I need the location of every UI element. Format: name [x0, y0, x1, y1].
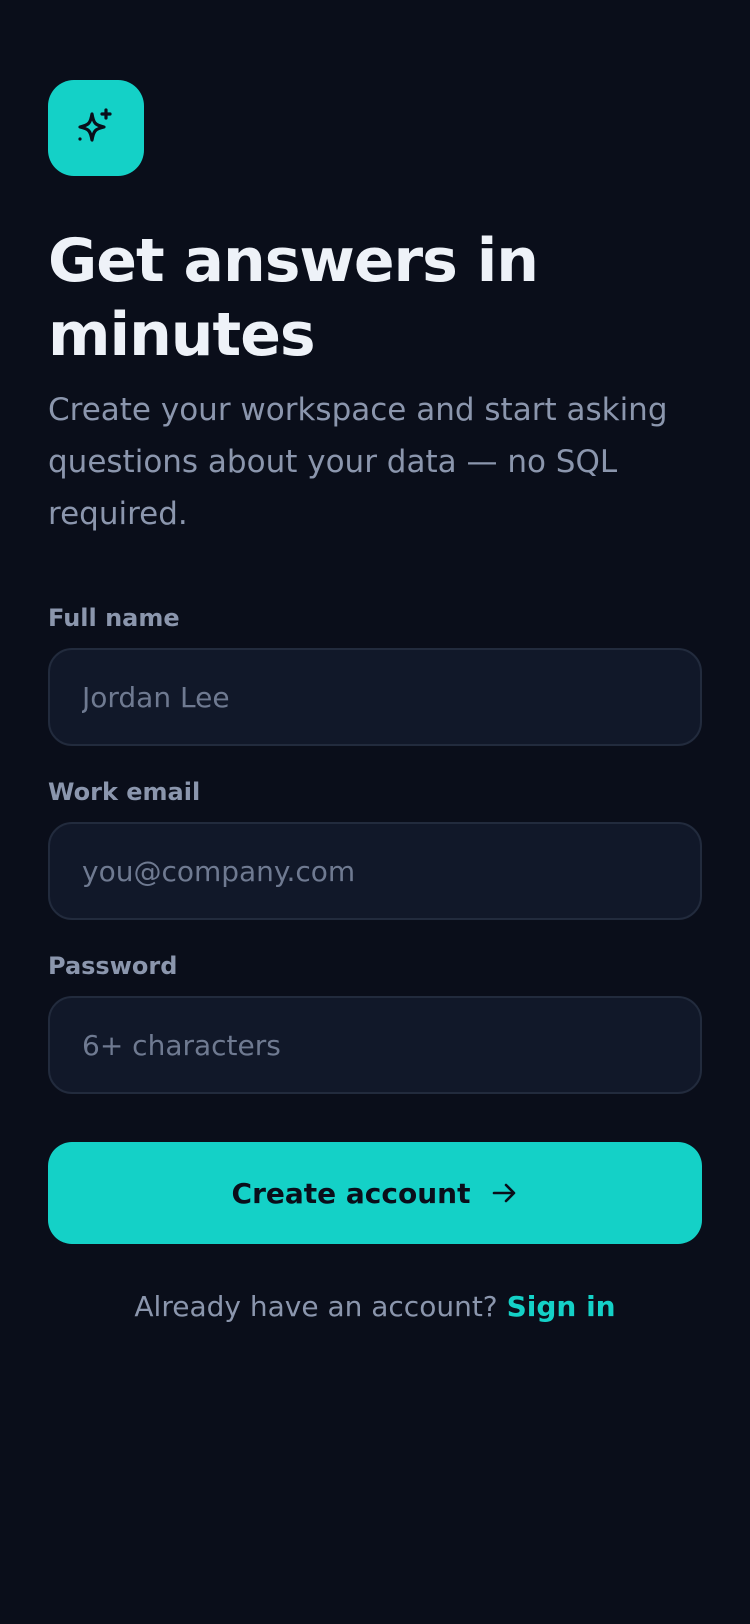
page-subtitle: Create your workspace and start asking q… — [48, 392, 668, 532]
work-email-label: Work email — [48, 778, 201, 806]
sparkle-icon — [78, 108, 112, 142]
arrow-right-icon — [493, 1183, 516, 1203]
full-name-label: Full name — [48, 604, 180, 632]
create-account-label: Create account — [231, 1176, 471, 1210]
work-email-input[interactable] — [48, 822, 702, 920]
password-label: Password — [48, 952, 178, 980]
signup-screen: Get answers in minutes Create your works… — [0, 0, 750, 1624]
page-title: Get answers in minutes — [48, 226, 539, 370]
signin-prompt: Already have an account? Sign in — [0, 1290, 750, 1323]
full-name-input[interactable] — [48, 648, 702, 746]
create-account-button[interactable]: Create account — [48, 1142, 702, 1244]
password-input[interactable] — [48, 996, 702, 1094]
signin-prompt-text: Already have an account? — [134, 1290, 498, 1323]
app-logo — [48, 80, 144, 176]
sign-in-link[interactable]: Sign in — [507, 1290, 616, 1323]
